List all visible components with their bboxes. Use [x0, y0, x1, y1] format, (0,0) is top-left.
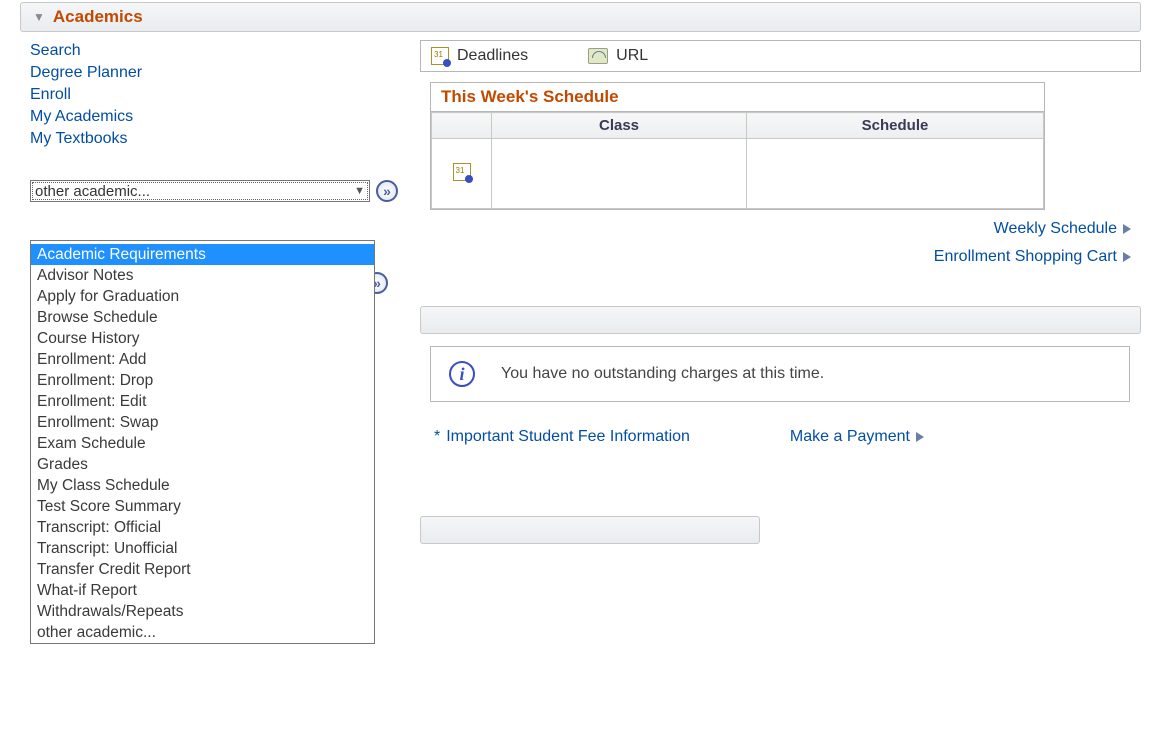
dropdown-option[interactable]: Enrollment: Swap — [31, 412, 374, 433]
link-enrollment-shopping-cart[interactable]: Enrollment Shopping Cart — [934, 248, 1131, 266]
this-weeks-schedule: This Week's Schedule Class Schedule — [430, 82, 1045, 210]
schedule-col-class: Class — [492, 113, 747, 139]
collapse-icon: ▼ — [33, 10, 45, 24]
dropdown-option[interactable]: Academic Requirements — [31, 244, 374, 265]
chevron-down-icon: ▼ — [354, 185, 365, 197]
dropdown-option[interactable]: Transcript: Official — [31, 517, 374, 538]
deadlines-label: Deadlines — [457, 47, 528, 65]
deadlines-icon[interactable] — [453, 163, 471, 181]
dropdown-option[interactable]: Transcript: Unofficial — [31, 538, 374, 559]
section-title: Academics — [53, 7, 143, 27]
deadlines-icon — [431, 47, 449, 65]
go-button[interactable]: » — [376, 180, 398, 202]
dropdown-option[interactable]: Withdrawals/Repeats — [31, 601, 374, 622]
collapsed-section-header[interactable] — [420, 306, 1141, 334]
dropdown-option[interactable]: Enrollment: Edit — [31, 391, 374, 412]
dropdown-value: other academic... — [35, 183, 150, 200]
legend-bar: Deadlines URL — [420, 40, 1141, 72]
asterisk-icon: * — [434, 428, 440, 446]
arrow-right-icon — [1123, 224, 1131, 234]
link-search[interactable]: Search — [20, 40, 420, 62]
schedule-col-schedule: Schedule — [747, 113, 1044, 139]
academics-link-list: Search Degree Planner Enroll My Academic… — [20, 40, 420, 150]
arrow-right-icon — [916, 432, 924, 442]
notice-text: You have no outstanding charges at this … — [501, 365, 824, 383]
dropdown-option[interactable]: Test Score Summary — [31, 496, 374, 517]
link-enroll[interactable]: Enroll — [20, 84, 420, 106]
schedule-title: This Week's Schedule — [431, 83, 1044, 112]
link-my-academics[interactable]: My Academics — [20, 106, 420, 128]
link-fee-information[interactable]: *Important Student Fee Information — [434, 428, 690, 446]
collapsed-section-header[interactable] — [420, 516, 760, 544]
table-row — [432, 139, 1044, 209]
dropdown-option[interactable]: What-if Report — [31, 580, 374, 601]
link-degree-planner[interactable]: Degree Planner — [20, 62, 420, 84]
dropdown-option[interactable]: Browse Schedule — [31, 307, 374, 328]
other-academic-dropdown-list[interactable]: Academic Requirements Advisor Notes Appl… — [30, 240, 375, 644]
dropdown-option[interactable]: Transfer Credit Report — [31, 559, 374, 580]
info-icon: i — [449, 361, 475, 387]
link-make-a-payment[interactable]: Make a Payment — [790, 428, 924, 446]
arrow-right-icon — [1123, 252, 1131, 262]
dropdown-option[interactable]: other academic... — [31, 622, 374, 643]
dropdown-option[interactable]: Apply for Graduation — [31, 286, 374, 307]
dropdown-option[interactable]: Exam Schedule — [31, 433, 374, 454]
no-charges-notice: i You have no outstanding charges at thi… — [430, 346, 1130, 402]
dropdown-option[interactable]: Advisor Notes — [31, 265, 374, 286]
dropdown-option[interactable]: Course History — [31, 328, 374, 349]
other-academic-dropdown[interactable]: other academic... ▼ — [30, 180, 370, 202]
dropdown-option[interactable]: Enrollment: Add — [31, 349, 374, 370]
academics-section-header[interactable]: ▼ Academics — [20, 2, 1141, 32]
url-label: URL — [616, 47, 648, 65]
dropdown-option[interactable]: Grades — [31, 454, 374, 475]
link-my-textbooks[interactable]: My Textbooks — [20, 128, 420, 150]
schedule-col-icon — [432, 113, 492, 139]
link-weekly-schedule[interactable]: Weekly Schedule — [994, 220, 1131, 238]
dropdown-option[interactable]: My Class Schedule — [31, 475, 374, 496]
dropdown-option[interactable]: Enrollment: Drop — [31, 370, 374, 391]
url-icon — [588, 48, 608, 64]
